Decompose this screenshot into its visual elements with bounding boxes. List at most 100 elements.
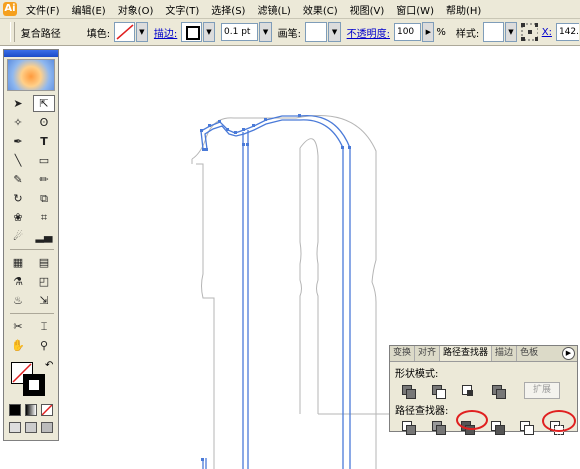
opacity-arrow[interactable]: ▶	[422, 22, 435, 42]
brush-dropdown[interactable]: ▼	[328, 22, 341, 42]
line-tool-icon[interactable]: ╲	[7, 152, 29, 169]
fill-stroke-widget[interactable]: ↶	[7, 360, 55, 400]
toolbar-grip[interactable]	[10, 22, 15, 42]
tools-separator	[10, 249, 54, 250]
menu-object[interactable]: 对象(O)	[112, 2, 160, 17]
subtract-from-shape-area-icon[interactable]	[430, 383, 448, 399]
eyedropper-tool-icon[interactable]: ⚗	[7, 273, 29, 290]
control-bar: 复合路径 填色: ▼ 描边: ▼ 0.1 pt ▼ 画笔: ▼ 不透明度: 10…	[0, 19, 580, 46]
tab-swatches[interactable]: 色板	[517, 346, 541, 361]
glyph-outline-center-left	[299, 148, 302, 414]
live-paint-tool-icon[interactable]: ♨	[7, 292, 29, 309]
trim-icon[interactable]	[430, 419, 448, 435]
stroke-link[interactable]: 描边:	[154, 25, 177, 40]
gradient-button-icon[interactable]	[25, 404, 37, 416]
brush-field[interactable]	[305, 22, 328, 42]
direct-selection-tool-icon[interactable]: ⇱	[33, 95, 55, 112]
adobe-flower-logo	[7, 59, 55, 91]
stroke-swatch-icon	[186, 26, 201, 40]
glyph-outline-left	[191, 159, 215, 469]
live-paint-selection-tool-icon[interactable]: ⇲	[33, 292, 55, 309]
selected-compound-path[interactable]	[200, 114, 351, 469]
outline-icon[interactable]	[518, 419, 536, 435]
add-to-shape-area-icon[interactable]	[400, 383, 418, 399]
stroke-weight-input[interactable]: 0.1 pt	[221, 23, 259, 41]
scale-tool-icon[interactable]: ⧉	[33, 190, 55, 207]
exclude-overlapping-shape-areas-icon[interactable]	[490, 383, 508, 399]
app-logo-icon: Ai	[3, 2, 17, 16]
menu-effect[interactable]: 效果(C)	[297, 2, 344, 17]
menu-filter[interactable]: 滤镜(L)	[251, 2, 296, 17]
rotate-tool-icon[interactable]: ↻	[7, 190, 29, 207]
graph-tool-icon[interactable]: ▂▄	[33, 228, 55, 245]
menu-window[interactable]: 窗口(W)	[390, 2, 440, 17]
style-swatch[interactable]	[483, 22, 504, 42]
type-tool-icon[interactable]: T	[33, 133, 55, 150]
color-button-icon[interactable]	[9, 404, 21, 416]
anchor-points[interactable]	[200, 114, 351, 461]
percent-sign: %	[436, 26, 446, 38]
swap-arrow-icon[interactable]: ↶	[45, 360, 53, 371]
shape-modes-label: 形状模式:	[395, 369, 439, 380]
stroke-dropdown[interactable]: ▼	[202, 22, 216, 42]
opacity-input[interactable]: 100	[393, 23, 422, 41]
opacity-link[interactable]: 不透明度:	[347, 25, 390, 40]
menu-edit[interactable]: 编辑(E)	[66, 2, 112, 17]
crop-icon[interactable]	[489, 419, 507, 435]
tools-separator-2	[10, 313, 54, 314]
brush-label: 画笔:	[277, 28, 301, 40]
free-transform-tool-icon[interactable]: ⌗	[33, 209, 55, 226]
blend-tool-icon[interactable]: ◰	[33, 273, 55, 290]
hand-tool-icon[interactable]: ✋	[7, 337, 29, 354]
tab-align[interactable]: 对齐	[415, 346, 441, 361]
intersect-shape-areas-icon[interactable]	[460, 383, 478, 399]
menu-select[interactable]: 选择(S)	[205, 2, 251, 17]
scissors-tool-icon[interactable]: ✂	[7, 318, 29, 335]
warp-tool-icon[interactable]: ❀	[7, 209, 29, 226]
pencil-tool-icon[interactable]: ✏	[33, 171, 55, 188]
full-screen-menu-mode-icon[interactable]	[25, 422, 37, 433]
expand-button[interactable]: 扩展	[524, 382, 560, 399]
gradient-tool-icon[interactable]: ▤	[33, 254, 55, 271]
selection-tool-icon[interactable]: ➤	[7, 95, 29, 112]
object-type-label: 复合路径	[20, 28, 61, 40]
slice-tool-icon[interactable]: ⌶	[33, 318, 55, 335]
tab-stroke[interactable]: 描边	[492, 346, 518, 361]
stroke-weight-dropdown[interactable]: ▼	[259, 22, 272, 42]
glyph-outline-center-right	[299, 138, 319, 414]
fill-swatch[interactable]	[114, 22, 135, 42]
none-button-icon[interactable]	[41, 404, 53, 416]
style-dropdown[interactable]: ▼	[504, 22, 518, 42]
x-coordinate-input[interactable]: 142.	[555, 23, 579, 41]
tools-panel: ➤ ⇱ ✧ ʘ ✒ T ╲ ▭ ✎ ✏ ↻ ⧉ ❀ ⌗ ☄ ▂▄ ▦ ▤ ⚗ ◰…	[3, 49, 59, 441]
mesh-tool-icon[interactable]: ▦	[7, 254, 29, 271]
reference-point-icon[interactable]	[521, 23, 538, 41]
fill-dropdown[interactable]: ▼	[135, 22, 148, 42]
standard-screen-mode-icon[interactable]	[9, 422, 21, 433]
color-mode-buttons	[9, 404, 53, 416]
shape-modes-row: 扩展	[400, 382, 577, 399]
pen-tool-icon[interactable]: ✒	[7, 133, 29, 150]
zoom-tool-icon[interactable]: ⚲	[33, 337, 55, 354]
magic-wand-tool-icon[interactable]: ✧	[7, 114, 29, 131]
menu-type[interactable]: 文字(T)	[159, 2, 205, 17]
symbol-sprayer-tool-icon[interactable]: ☄	[7, 228, 29, 245]
tab-transform[interactable]: 变换	[390, 346, 416, 361]
tab-pathfinder[interactable]: 路径查找器	[440, 346, 493, 361]
annotation-circle-merge	[456, 410, 488, 430]
paintbrush-tool-icon[interactable]: ✎	[7, 171, 29, 188]
pathfinder-panel: 变换 对齐 路径查找器 描边 色板 ▶ 形状模式: 扩展 路径查找器:	[389, 345, 578, 435]
panel-menu-icon[interactable]: ▶	[562, 347, 575, 360]
tools-panel-titlebar[interactable]	[4, 50, 58, 57]
full-screen-mode-icon[interactable]	[41, 422, 53, 433]
x-coordinate-link[interactable]: X:	[542, 27, 552, 38]
stroke-swatch[interactable]	[181, 22, 202, 42]
rectangle-tool-icon[interactable]: ▭	[33, 152, 55, 169]
divide-icon[interactable]	[400, 419, 418, 435]
glyph-outline-right	[191, 115, 377, 469]
stroke-box[interactable]	[23, 374, 45, 396]
menu-help[interactable]: 帮助(H)	[440, 2, 487, 17]
menu-view[interactable]: 视图(V)	[344, 2, 391, 17]
lasso-tool-icon[interactable]: ʘ	[33, 114, 55, 131]
menu-file[interactable]: 文件(F)	[20, 2, 66, 17]
